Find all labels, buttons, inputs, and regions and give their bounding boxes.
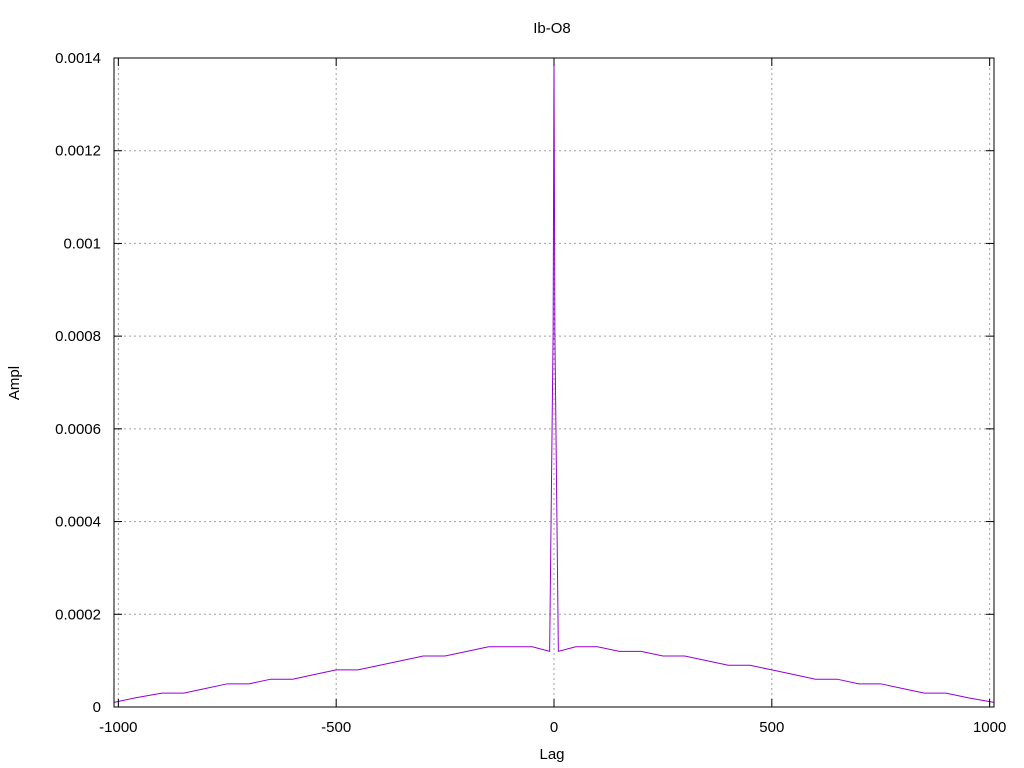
x-tick-label: 0 [550, 719, 558, 736]
x-tick-label: 1000 [973, 719, 1006, 736]
y-tick-label: 0.001 [63, 235, 101, 252]
x-tick-label: -1000 [99, 719, 137, 736]
x-axis-label: Lag [539, 746, 564, 763]
y-tick-label: 0.0002 [55, 606, 101, 623]
x-tick-label: 500 [759, 719, 784, 736]
y-tick-label: 0 [93, 699, 101, 716]
series [113, 57, 995, 703]
chart-title: Ib-O8 [533, 20, 571, 37]
y-axis-label: Ampl [6, 366, 23, 400]
x-tick-label: -500 [321, 719, 351, 736]
y-tick-label: 0.0008 [55, 328, 101, 345]
y-tick-label: 0.0004 [55, 514, 101, 531]
series-line [113, 57, 995, 703]
y-tick-label: 0.0014 [55, 50, 101, 67]
y-tick-label: 0.0006 [55, 421, 101, 438]
x-tick-labels: -1000 -500 0 500 1000 [99, 719, 1006, 736]
y-tick-label: 0.0012 [55, 143, 101, 160]
y-tick-labels: 0 0.0002 0.0004 0.0006 0.0008 0.001 0.0012 0.00… [55, 50, 101, 716]
chart: -1000 -500 0 500 1000 0 0.0002 0.0004 0.0006 0.0… [6, 20, 1006, 763]
